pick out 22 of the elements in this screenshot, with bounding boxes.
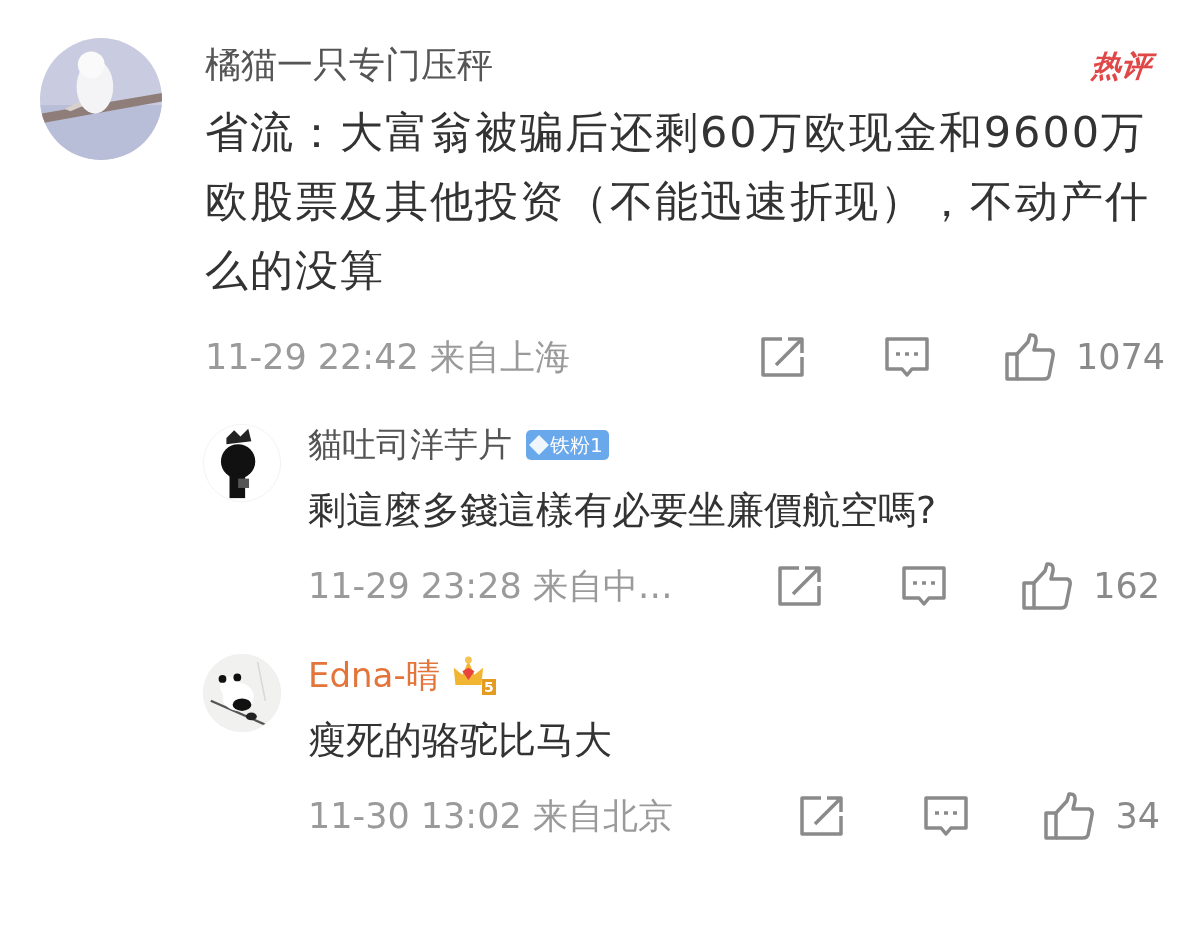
reply-text: 瘦死的骆驼比马大: [308, 717, 613, 764]
username[interactable]: 橘猫一只专门压秤: [205, 38, 493, 92]
comment-meta: 11-30 13:02 来自北京: [308, 795, 673, 838]
thumbs-up-icon[interactable]: [1043, 791, 1096, 842]
comment-meta: 11-29 23:28 来自中…: [308, 564, 673, 608]
share-icon[interactable]: [777, 563, 824, 608]
share-icon[interactable]: [759, 335, 806, 380]
comment-icon[interactable]: [901, 563, 948, 608]
like-count: 34: [1115, 795, 1160, 838]
fan-badge: 铁粉1: [526, 429, 609, 460]
comment-icon[interactable]: [923, 794, 970, 839]
thumbs-up-icon[interactable]: [1003, 332, 1056, 383]
thumbs-up-icon[interactable]: [1021, 560, 1074, 611]
comment-icon[interactable]: [883, 335, 930, 380]
share-icon[interactable]: [799, 794, 846, 839]
username[interactable]: 貓吐司洋芋片: [308, 419, 512, 470]
vip-level: 5: [481, 679, 496, 695]
reply-text: 剩這麼多錢這樣有必要坐廉價航空嗎?: [308, 486, 938, 534]
comment-meta: 11-29 22:42 来自上海: [205, 336, 570, 379]
comment-text: 省流：大富翁被骗后还剩60万欧现金和9600万欧股票及其他投资（不能迅速折现），不动产什么的没算: [205, 106, 1151, 297]
like-count: 162: [1093, 564, 1160, 608]
like-count: 1074: [1075, 336, 1165, 379]
